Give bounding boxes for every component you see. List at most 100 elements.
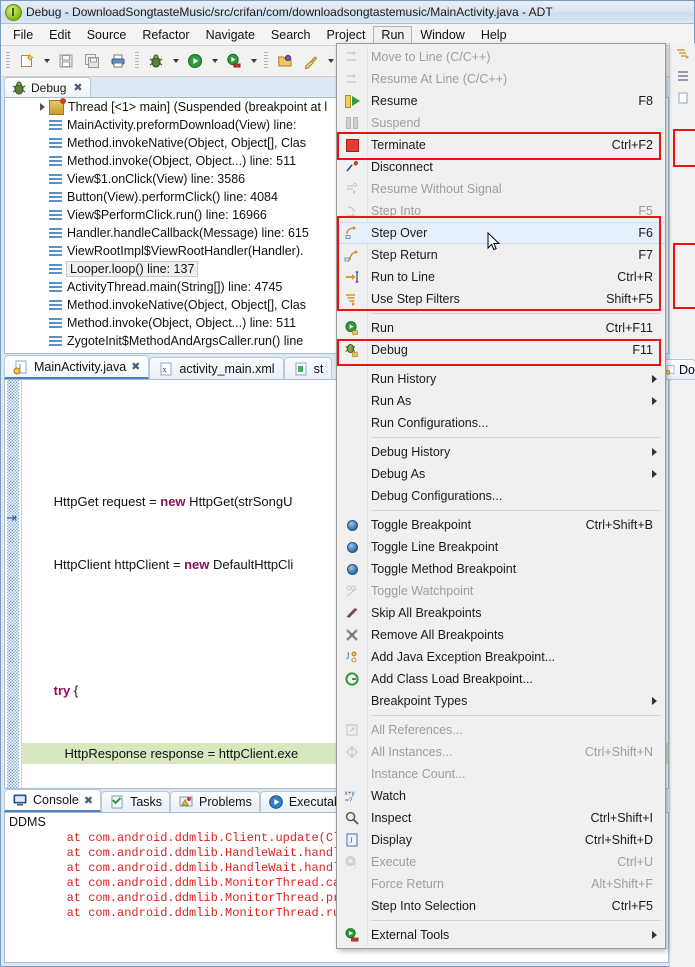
debug-icon[interactable] [144,49,168,73]
menu-item-disconnect[interactable]: Disconnect [337,156,665,178]
menu-item-run-to-line[interactable]: Run to Line Ctrl+R [337,266,665,288]
menu-item-toggle-line-breakpoint[interactable]: Toggle Line Breakpoint [337,536,665,558]
external-tools-dropdown-arrow[interactable] [248,49,259,73]
use-step-filters-icon[interactable] [670,43,695,65]
menu-item-suspend[interactable]: Suspend [337,112,665,134]
menu-edit[interactable]: Edit [41,26,79,44]
save-all-icon[interactable] [80,49,104,73]
menu-item-resume[interactable]: Resume F8 [337,90,665,112]
menu-item-all-references[interactable]: All References... [337,719,665,741]
menu-item-accel: Ctrl+U [617,855,653,869]
menu-item-debug-configurations[interactable]: Debug Configurations... [337,485,665,507]
toolbar-grip-3[interactable] [264,52,268,70]
tab-debug[interactable]: Debug ✖ [4,77,91,97]
menu-file[interactable]: File [5,26,41,44]
menu-item-external-tools[interactable]: External Tools [337,924,665,946]
search-icon[interactable] [299,49,323,73]
menu-item-debug-history[interactable]: Debug History [337,441,665,463]
menu-item-execute[interactable]: j Execute Ctrl+U [337,851,665,873]
tab-console[interactable]: Console ✖ [4,789,102,812]
outline-icon[interactable] [670,65,695,87]
menu-item-display[interactable]: J Display Ctrl+Shift+D [337,829,665,851]
menu-item-add-class-load-breakpoint[interactable]: Add Class Load Breakpoint... [337,668,665,690]
menu-item-label: Toggle Breakpoint [371,518,472,532]
run-dropdown-arrow[interactable] [209,49,220,73]
menu-search[interactable]: Search [263,26,319,44]
run-icon[interactable] [183,49,207,73]
tab-activity-main-xml[interactable]: x activity_main.xml [149,357,284,379]
problems-icon [178,794,194,810]
menu-item-skip-all-breakpoints[interactable]: Skip All Breakpoints [337,602,665,624]
menu-item-resume-without-signal[interactable]: Resume Without Signal [337,178,665,200]
menu-item-toggle-watchpoint[interactable]: Toggle Watchpoint [337,580,665,602]
menu-refactor[interactable]: Refactor [134,26,197,44]
tab-downloadsongtaste[interactable]: Dow [661,359,695,380]
menu-item-step-into-selection[interactable]: Step Into Selection Ctrl+F5 [337,895,665,917]
tab-close-icon[interactable]: ✖ [84,794,93,807]
toolbar-grip-2[interactable] [135,52,139,70]
menu-item-remove-all-breakpoints[interactable]: Remove All Breakpoints [337,624,665,646]
new-wizard-dropdown-arrow[interactable] [41,49,52,73]
menu-item-run-history[interactable]: Run History [337,368,665,390]
stack-frame-icon [49,137,62,149]
search-dropdown-arrow[interactable] [325,49,336,73]
dow-tab-icon[interactable] [670,87,695,109]
external-tools-icon[interactable] [222,49,246,73]
tab-strings-xml[interactable]: st [283,357,333,379]
toolbar-grip[interactable] [6,52,10,70]
menu-project[interactable]: Project [319,26,374,44]
menu-item-force-return[interactable]: Force Return Alt+Shift+F [337,873,665,895]
debug-dropdown-arrow[interactable] [170,49,181,73]
menu-window[interactable]: Window [412,26,472,44]
menu-source[interactable]: Source [79,26,135,44]
menu-item-toggle-breakpoint[interactable]: Toggle Breakpoint Ctrl+Shift+B [337,514,665,536]
menu-run[interactable]: Run [373,25,413,44]
save-icon[interactable] [54,49,78,73]
chevron-down-icon[interactable] [40,103,45,111]
menu-item-debug-as[interactable]: Debug As [337,463,665,485]
menu-item-step-into[interactable]: Step Into F5 [337,200,665,222]
tab-debug-close-icon[interactable]: ✖ [73,81,82,94]
menu-item-use-step-filters[interactable]: Use Step Filters Shift+F5 [337,288,665,310]
menu-item-accel: F5 [638,204,653,218]
run-to-line-icon [337,266,367,288]
menu-item-accel: Ctrl+Shift+B [585,518,653,532]
menu-item-all-instances[interactable]: All Instances... Ctrl+Shift+N [337,741,665,763]
run-menu[interactable]: Move to Line (C/C++) Resume At Line (C/C… [336,43,666,949]
menu-item-terminate[interactable]: Terminate Ctrl+F2 [337,134,665,156]
menu-item-add-java-exception-breakpoint[interactable]: J Add Java Exception Breakpoint... [337,646,665,668]
tab-mainactivity-java[interactable]: J MainActivity.java ✖ [4,355,150,379]
debug-bug-icon [11,80,27,96]
menu-item-resume-at-line[interactable]: Resume At Line (C/C++) [337,68,665,90]
print-icon[interactable] [106,49,130,73]
menu-item-toggle-method-breakpoint[interactable]: Toggle Method Breakpoint [337,558,665,580]
menu-item-move-to-line[interactable]: Move to Line (C/C++) [337,46,665,68]
gutter-pattern [7,380,19,788]
toggle-breakpoint-icon [337,514,367,536]
menu-item-accel: F7 [638,248,653,262]
menu-item-breakpoint-types[interactable]: Breakpoint Types [337,690,665,712]
menu-item-debug[interactable]: Debug F11 [337,339,665,361]
menu-item-step-return[interactable]: Step Return F7 [337,244,665,266]
stack-frame-label: MainActivity.preformDownload(View) line: [67,118,297,132]
tab-tasks[interactable]: Tasks [101,791,171,812]
menu-item-watch[interactable]: x+y =? Watch [337,785,665,807]
tab-problems[interactable]: Problems [170,791,260,812]
editor-gutter[interactable]: ⇥ [5,380,21,788]
tasks-icon [109,794,125,810]
menu-item-step-over[interactable]: Step Over F6 [337,222,665,244]
menu-navigate[interactable]: Navigate [198,26,263,44]
menu-item-instance-count[interactable]: Instance Count... [337,763,665,785]
menu-item-inspect[interactable]: Inspect Ctrl+Shift+I [337,807,665,829]
tab-close-icon[interactable]: ✖ [131,360,140,373]
submenu-arrow-icon [652,931,657,939]
menu-item-label: Breakpoint Types [371,694,468,708]
tab-label: Dow [679,362,695,377]
menu-help[interactable]: Help [473,26,515,44]
menu-item-run-configurations[interactable]: Run Configurations... [337,412,665,434]
menu-item-run[interactable]: Run Ctrl+F11 [337,317,665,339]
open-type-icon[interactable] [273,49,297,73]
new-wizard-icon[interactable] [15,49,39,73]
right-toolbar-strip[interactable] [669,43,695,967]
menu-item-run-as[interactable]: Run As [337,390,665,412]
